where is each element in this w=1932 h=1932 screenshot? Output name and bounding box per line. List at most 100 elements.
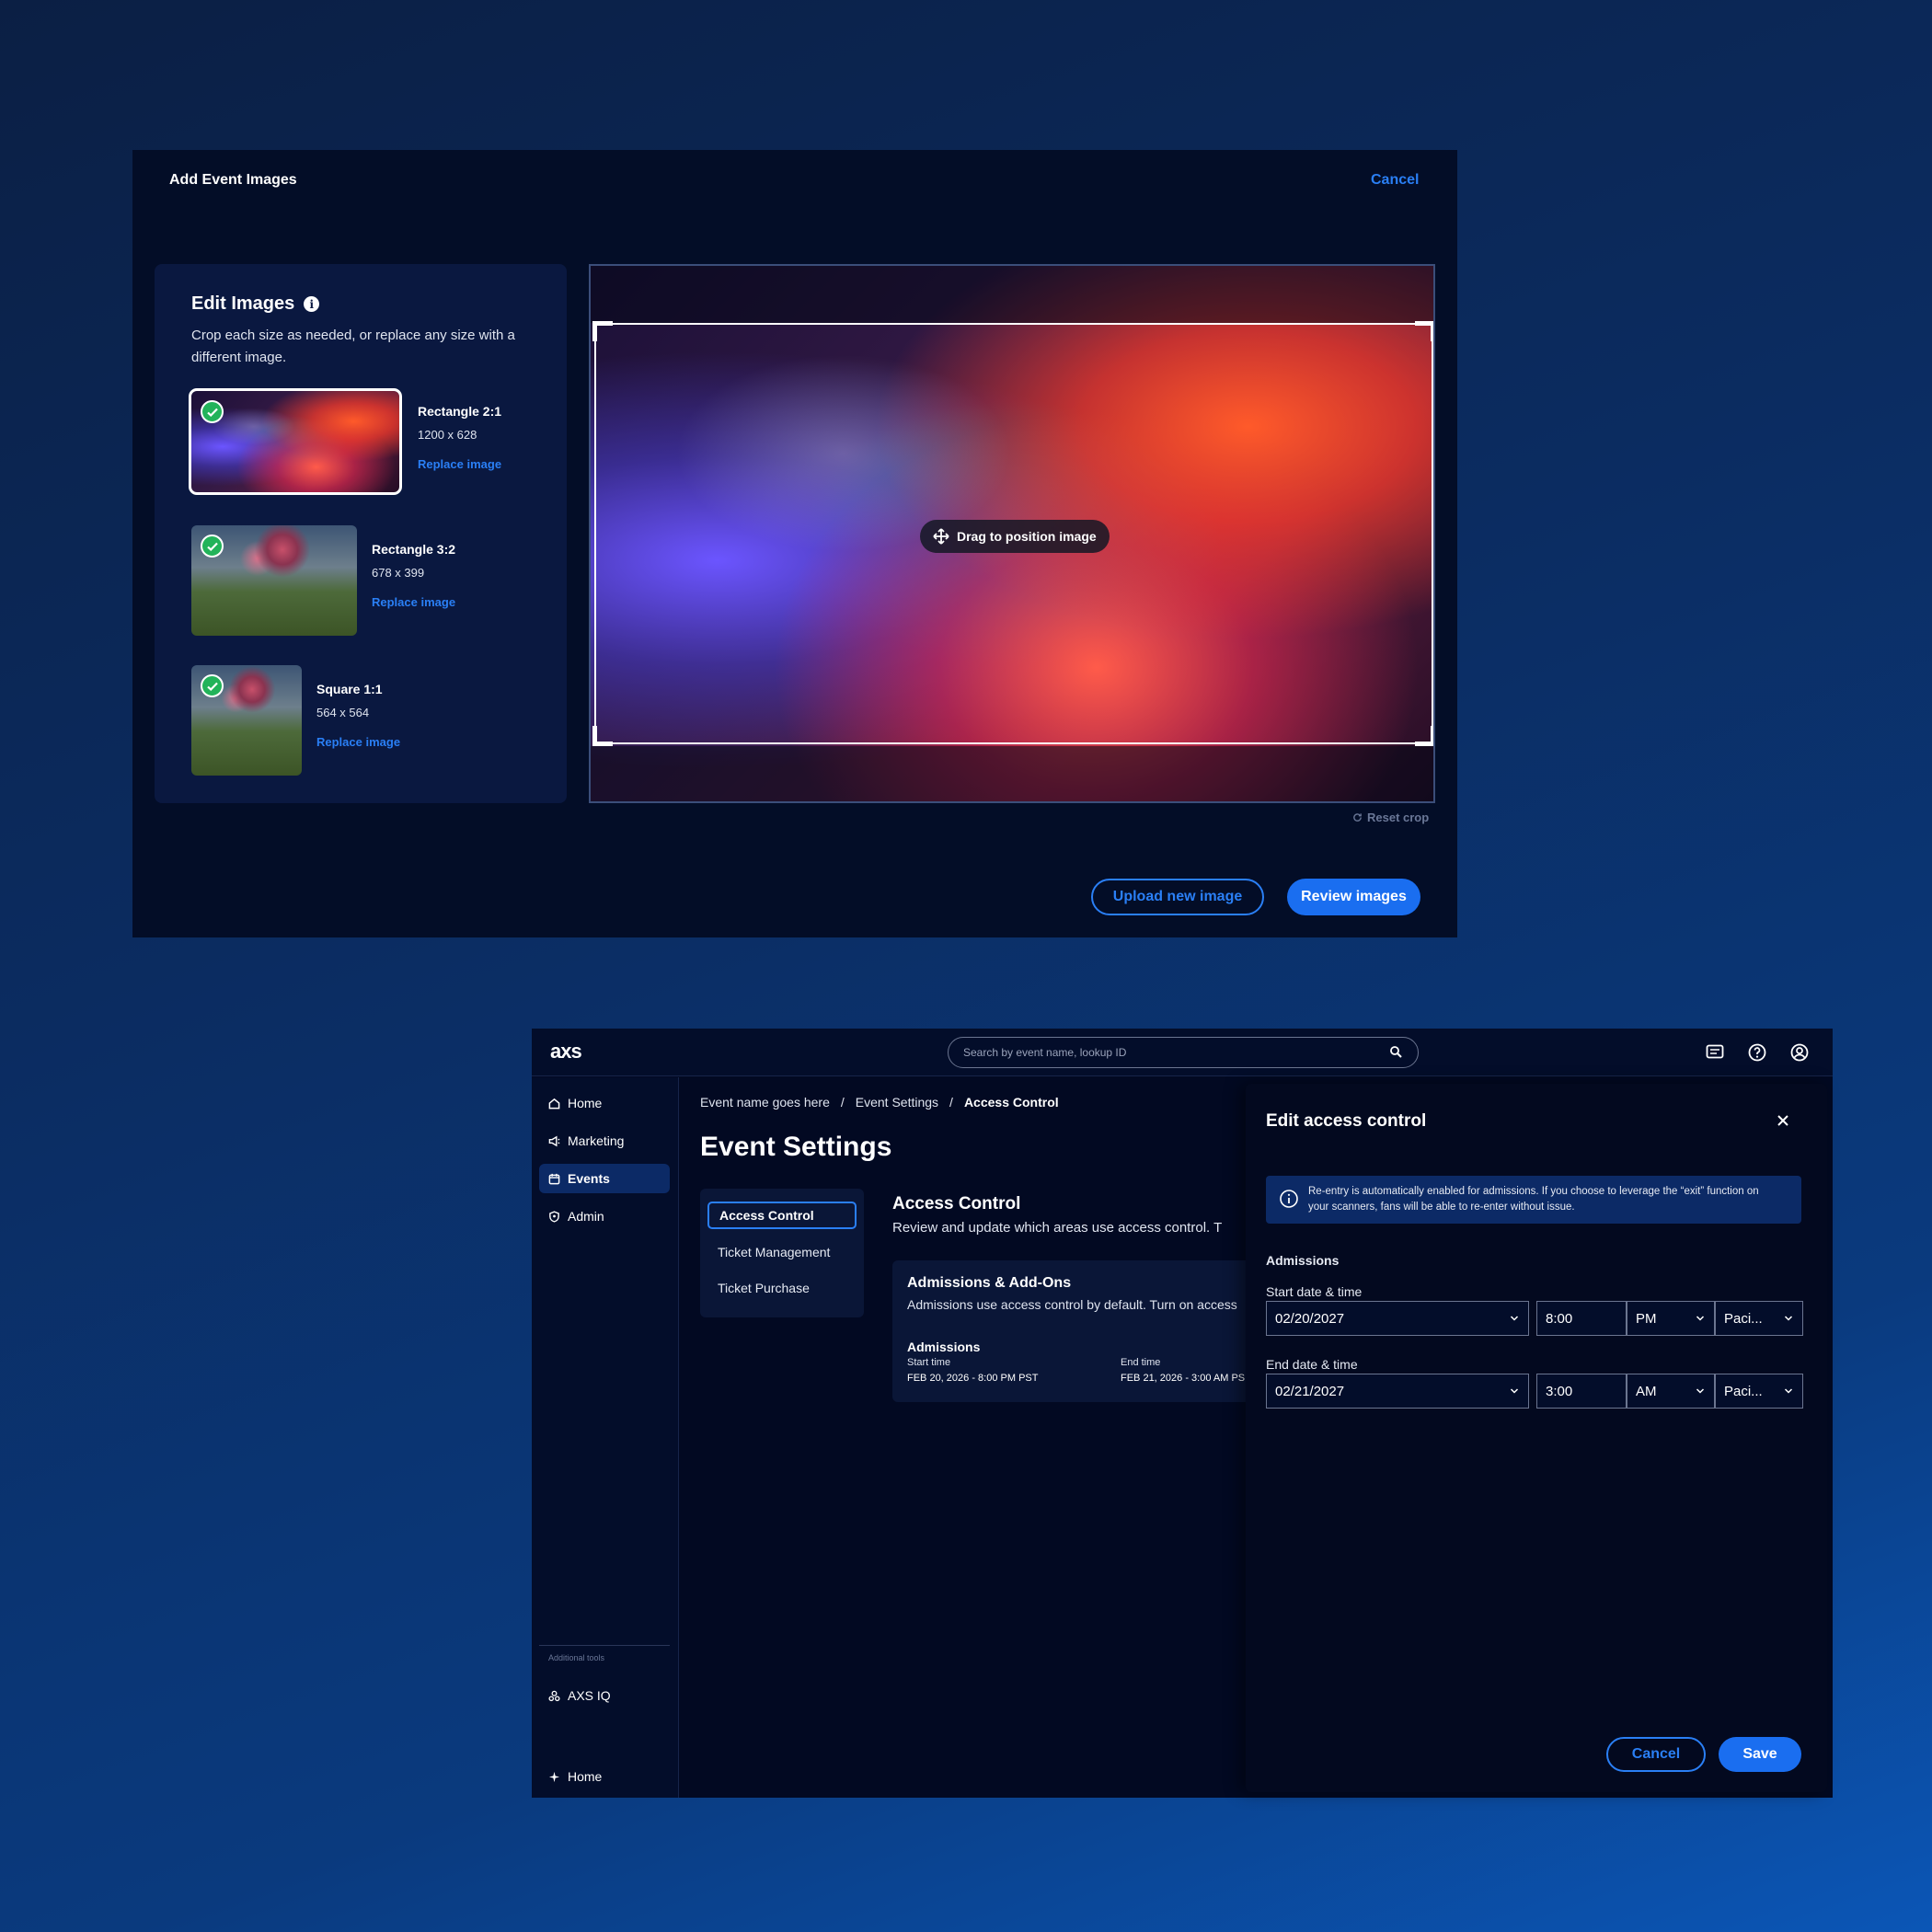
start-timezone-select[interactable]: Paci... bbox=[1715, 1301, 1803, 1336]
sidebar-footer-home[interactable]: Home bbox=[539, 1762, 670, 1791]
start-date-value: 02/20/2027 bbox=[1275, 1310, 1345, 1327]
section-title: Access Control bbox=[892, 1194, 1021, 1213]
breadcrumb: Event name goes here / Event Settings / … bbox=[700, 1095, 1059, 1110]
check-icon bbox=[201, 400, 224, 423]
start-ampm-select[interactable]: PM bbox=[1627, 1301, 1715, 1336]
sparkle-icon bbox=[548, 1771, 560, 1782]
info-banner-text: Re-entry is automatically enabled for ad… bbox=[1308, 1186, 1759, 1213]
info-banner: Re-entry is automatically enabled for ad… bbox=[1266, 1176, 1801, 1224]
check-icon bbox=[201, 535, 224, 558]
shield-icon bbox=[549, 1210, 559, 1223]
edit-images-heading: Edit Images i bbox=[191, 293, 320, 315]
chevron-down-icon bbox=[1696, 1316, 1705, 1321]
close-icon[interactable] bbox=[1774, 1111, 1794, 1132]
drawer-title: Edit access control bbox=[1266, 1111, 1427, 1131]
replace-image-link[interactable]: Replace image bbox=[418, 457, 501, 471]
crop-shade-bottom bbox=[591, 746, 1433, 801]
reset-crop-link[interactable]: Reset crop bbox=[1352, 811, 1429, 824]
info-icon bbox=[1279, 1189, 1299, 1209]
home-icon bbox=[548, 1098, 560, 1109]
axs-logo[interactable]: axs bbox=[550, 1040, 582, 1064]
crop-handle-bottom-left[interactable] bbox=[592, 726, 613, 746]
end-timezone-value: Paci... bbox=[1724, 1383, 1763, 1399]
size-name: Square 1:1 bbox=[316, 682, 383, 696]
chevron-down-icon bbox=[1510, 1316, 1519, 1321]
search-icon[interactable] bbox=[1389, 1045, 1404, 1060]
sidebar-item-label: Home bbox=[568, 1096, 603, 1110]
size-dimensions: 1200 x 628 bbox=[418, 428, 477, 442]
app-window: axs Home Marketing Events Admin bbox=[532, 1029, 1833, 1798]
size-dimensions: 678 x 399 bbox=[372, 566, 425, 580]
start-time-label: Start time bbox=[907, 1357, 951, 1368]
info-icon[interactable]: i bbox=[304, 296, 320, 312]
sidebar-item-label: Home bbox=[568, 1769, 603, 1784]
end-ampm-value: AM bbox=[1636, 1383, 1657, 1399]
crop-shade-top bbox=[591, 266, 1433, 323]
cancel-button[interactable]: Cancel bbox=[1606, 1737, 1706, 1772]
start-timezone-value: Paci... bbox=[1724, 1310, 1763, 1327]
end-date-value: 02/21/2027 bbox=[1275, 1383, 1345, 1399]
cancel-link[interactable]: Cancel bbox=[1371, 172, 1419, 189]
edit-access-control-drawer: Edit access control Re-entry is automati… bbox=[1246, 1084, 1827, 1792]
thumbnail-square-1-1[interactable] bbox=[191, 665, 302, 776]
sidebar-item-admin[interactable]: Admin bbox=[539, 1202, 670, 1231]
card-description: Admissions use access control by default… bbox=[907, 1297, 1237, 1312]
messages-icon[interactable] bbox=[1704, 1041, 1726, 1064]
start-time-input[interactable]: 8:00 bbox=[1536, 1301, 1627, 1336]
move-icon bbox=[933, 528, 949, 545]
chevron-down-icon bbox=[1784, 1316, 1793, 1321]
sidebar-item-label: AXS IQ bbox=[568, 1688, 611, 1703]
subnav-ticket-management[interactable]: Ticket Management bbox=[707, 1238, 857, 1266]
sidebar-item-axs-iq[interactable]: AXS IQ bbox=[539, 1681, 670, 1710]
sidebar-item-events[interactable]: Events bbox=[539, 1164, 670, 1193]
start-date-time-label: Start date & time bbox=[1266, 1284, 1363, 1299]
admissions-label: Admissions bbox=[1266, 1253, 1340, 1268]
drag-to-position-chip[interactable]: Drag to position image bbox=[920, 520, 1110, 553]
save-button[interactable]: Save bbox=[1719, 1737, 1801, 1772]
help-icon[interactable] bbox=[1746, 1041, 1768, 1064]
size-dimensions: 564 x 564 bbox=[316, 706, 370, 719]
drag-hint-text: Drag to position image bbox=[957, 529, 1097, 544]
sidebar: Home Marketing Events Admin Additional t… bbox=[532, 1077, 679, 1798]
thumbnail-rectangle-2-1[interactable] bbox=[189, 388, 402, 495]
calendar-icon bbox=[548, 1173, 560, 1184]
upload-new-image-button[interactable]: Upload new image bbox=[1091, 879, 1264, 915]
sidebar-item-label: Marketing bbox=[568, 1133, 625, 1148]
sidebar-item-marketing[interactable]: Marketing bbox=[539, 1126, 670, 1156]
end-timezone-select[interactable]: Paci... bbox=[1715, 1374, 1803, 1409]
start-date-select[interactable]: 02/20/2027 bbox=[1266, 1301, 1529, 1336]
review-images-button[interactable]: Review images bbox=[1287, 879, 1420, 915]
settings-subnav: Access Control Ticket Management Ticket … bbox=[700, 1189, 864, 1317]
crop-handle-top-right[interactable] bbox=[1415, 321, 1433, 341]
thumbnail-rectangle-3-2[interactable] bbox=[191, 525, 357, 636]
breadcrumb-event-settings[interactable]: Event Settings bbox=[856, 1095, 938, 1110]
sidebar-item-home[interactable]: Home bbox=[539, 1088, 670, 1118]
search-input[interactable] bbox=[948, 1037, 1419, 1068]
crop-handle-top-left[interactable] bbox=[592, 321, 613, 341]
account-icon[interactable] bbox=[1788, 1041, 1811, 1064]
sidebar-divider bbox=[539, 1645, 670, 1646]
edit-images-card: Edit Images i Crop each size as needed, … bbox=[155, 264, 567, 803]
subnav-access-control[interactable]: Access Control bbox=[707, 1202, 857, 1229]
add-event-images-panel: Add Event Images Cancel Edit Images i Cr… bbox=[132, 150, 1457, 937]
edit-images-description: Crop each size as needed, or replace any… bbox=[191, 328, 515, 365]
megaphone-icon bbox=[548, 1135, 560, 1146]
start-ampm-value: PM bbox=[1636, 1310, 1657, 1327]
chevron-down-icon bbox=[1510, 1388, 1519, 1394]
replace-image-link[interactable]: Replace image bbox=[372, 595, 455, 609]
breadcrumb-event[interactable]: Event name goes here bbox=[700, 1095, 830, 1110]
reset-icon bbox=[1353, 813, 1362, 822]
end-ampm-select[interactable]: AM bbox=[1627, 1374, 1715, 1409]
replace-image-link[interactable]: Replace image bbox=[316, 735, 400, 749]
subnav-ticket-purchase[interactable]: Ticket Purchase bbox=[707, 1274, 857, 1302]
page-title: Event Settings bbox=[700, 1132, 892, 1162]
end-time-input[interactable]: 3:00 bbox=[1536, 1374, 1627, 1409]
breadcrumb-separator: / bbox=[949, 1095, 953, 1110]
admissions-card: Admissions & Add-Ons Admissions use acce… bbox=[892, 1260, 1260, 1402]
card-sub-title: Admissions bbox=[907, 1340, 981, 1354]
start-time-value: FEB 20, 2026 - 8:00 PM PST bbox=[907, 1373, 1039, 1384]
crop-canvas[interactable]: Drag to position image bbox=[589, 264, 1435, 803]
end-time-label: End time bbox=[1121, 1357, 1161, 1368]
end-date-select[interactable]: 02/21/2027 bbox=[1266, 1374, 1529, 1409]
crop-handle-bottom-right[interactable] bbox=[1415, 726, 1433, 746]
